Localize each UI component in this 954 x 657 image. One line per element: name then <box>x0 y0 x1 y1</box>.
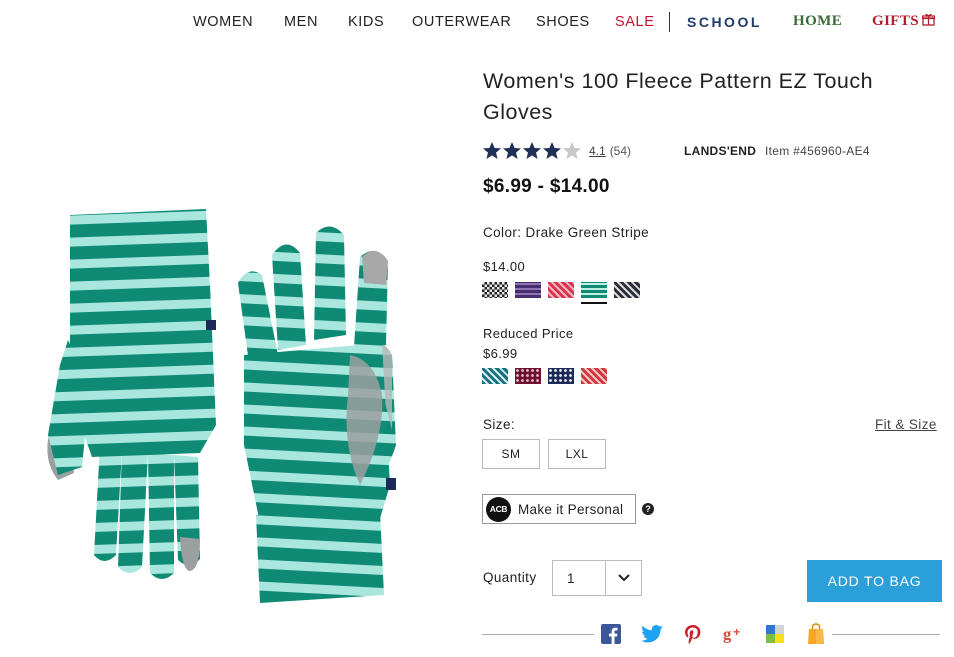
google-plus-icon[interactable]: g + <box>723 623 745 645</box>
item-number: Item #456960-AE4 <box>765 144 870 158</box>
swatch-red-floral[interactable] <box>548 282 574 298</box>
nav-divider <box>669 12 670 32</box>
left-glove <box>47 209 216 579</box>
reduced-price-label: Reduced Price <box>483 326 574 341</box>
nav-shoes[interactable]: SHOES <box>536 14 590 30</box>
reduced-price: $6.99 <box>483 346 518 361</box>
right-glove <box>238 226 396 603</box>
delicious-icon[interactable] <box>764 623 786 645</box>
reduced-swatches <box>482 368 614 384</box>
fit-size-link[interactable]: Fit & Size <box>875 417 937 432</box>
chevron-down-icon[interactable] <box>605 561 641 595</box>
regular-swatches <box>482 282 647 304</box>
share-bar: g + <box>600 623 846 645</box>
svg-text:+: + <box>733 625 740 639</box>
brand-name: LANDS'END <box>684 144 757 158</box>
regular-price: $14.00 <box>483 259 526 274</box>
pinterest-icon[interactable] <box>682 623 704 645</box>
share-divider-left <box>482 634 594 635</box>
swatch-teal-geometric[interactable] <box>482 368 508 384</box>
share-divider-right <box>832 634 940 635</box>
price-range: $6.99 - $14.00 <box>483 176 610 197</box>
add-to-bag-button[interactable]: ADD TO BAG <box>807 560 942 602</box>
quantity-label: Quantity <box>483 570 537 585</box>
star-icon <box>503 142 521 159</box>
swatch-black-white-print[interactable] <box>614 282 640 298</box>
star-icon <box>483 142 501 159</box>
make-it-personal-button[interactable]: ACB Make it Personal <box>482 494 636 524</box>
nav-gifts-label: GIFTS <box>872 13 920 29</box>
product-rating[interactable]: 4.1 (54) <box>482 140 631 162</box>
nav-women[interactable]: WOMEN <box>193 14 253 30</box>
swatch-navy-dot[interactable] <box>548 368 574 384</box>
swatch-purple-stripe[interactable] <box>515 282 541 298</box>
size-sm-button[interactable]: SM <box>482 439 540 469</box>
swatch-black-white-check[interactable] <box>482 282 508 298</box>
twitter-icon[interactable] <box>641 623 663 645</box>
facebook-icon[interactable] <box>600 623 622 645</box>
nav-home[interactable]: HOME <box>793 13 842 30</box>
nav-kids[interactable]: KIDS <box>348 14 384 30</box>
star-icon <box>563 142 581 159</box>
quantity-value: 1 <box>567 570 575 586</box>
rating-value[interactable]: 4.1 <box>589 144 606 158</box>
product-title: Women's 100 Fleece Pattern EZ Touch Glov… <box>483 69 874 124</box>
help-icon[interactable]: ? <box>642 503 654 515</box>
product-image[interactable] <box>30 195 420 610</box>
color-label: Color: Drake Green Stripe <box>483 225 650 240</box>
size-label: Size: <box>483 417 516 432</box>
swatch-drake-green-stripe[interactable] <box>581 282 607 304</box>
monogram-icon: ACB <box>486 496 511 522</box>
rating-count: (54) <box>609 144 632 158</box>
nav-outerwear[interactable]: OUTERWEAR <box>412 14 511 30</box>
swatch-burgundy-dot[interactable] <box>515 368 541 384</box>
shopping-bag-icon[interactable] <box>805 623 827 645</box>
quantity-select[interactable]: 1 <box>552 560 642 596</box>
top-nav: WOMEN MEN KIDS OUTERWEAR SHOES SALE SCHO… <box>0 0 954 44</box>
gift-icon <box>921 13 936 31</box>
nav-gifts[interactable]: GIFTS <box>872 13 936 31</box>
star-icon <box>543 142 561 159</box>
make-it-personal-label: Make it Personal <box>518 501 624 517</box>
svg-text:g: g <box>723 625 732 644</box>
swatch-red-fairisle[interactable] <box>581 368 607 384</box>
nav-men[interactable]: MEN <box>284 14 318 30</box>
size-lxl-button[interactable]: LXL <box>548 439 606 469</box>
nav-school[interactable]: SCHOOL <box>687 14 762 30</box>
nav-sale[interactable]: SALE <box>615 14 654 30</box>
star-icon <box>523 142 541 159</box>
